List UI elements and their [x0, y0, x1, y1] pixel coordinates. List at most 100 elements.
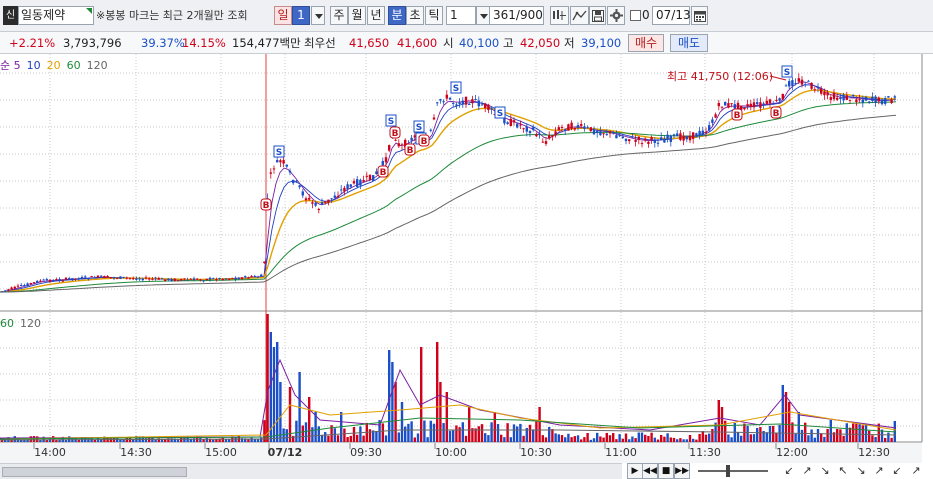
candle-body [234, 277, 237, 280]
fit-right-icon[interactable]: ↖ [836, 464, 850, 478]
volume-bar [573, 436, 576, 442]
candle-body [519, 124, 522, 126]
candle-body [666, 134, 669, 140]
volume-bar [836, 429, 839, 442]
candle-body [852, 94, 855, 96]
stop-button[interactable]: ■ [658, 463, 674, 479]
candle-body [608, 131, 612, 134]
scroll-thumb[interactable] [2, 467, 187, 477]
signal-label: S [784, 68, 790, 78]
candle-body [804, 84, 807, 86]
data-count-input[interactable]: 361/900 [489, 6, 544, 25]
volume-bar [688, 434, 692, 442]
volume-bar [260, 437, 263, 442]
candle-body [522, 128, 525, 130]
zoom-slider[interactable] [698, 470, 768, 472]
calendar-icon[interactable] [691, 6, 708, 25]
candle-body [724, 101, 727, 106]
candle-body [730, 103, 733, 105]
candle-body [103, 276, 106, 279]
stock-name-field[interactable]: 일동제약 [18, 6, 94, 25]
candle-body [762, 103, 765, 105]
candle-body [672, 134, 676, 136]
candle-body [221, 278, 224, 281]
interval-input[interactable]: 1 [446, 6, 476, 25]
stock-chart[interactable]: SBBSBSBSBSSBBS 14:0014:3015:0007/1209:30… [0, 54, 933, 463]
period-tick-button[interactable]: 틱 [425, 6, 443, 25]
fit-left-icon[interactable]: ↘ [818, 464, 832, 478]
volume-bar [852, 423, 855, 442]
volume-bar [554, 433, 557, 442]
signal-label: S [453, 84, 459, 94]
volume-bar [279, 382, 282, 442]
candle-body [87, 278, 90, 280]
volume-bar [528, 424, 532, 442]
date-filter-checkbox[interactable] [630, 10, 641, 21]
pan-down-icon[interactable]: ↘ [854, 464, 868, 478]
volume-bar [647, 435, 650, 442]
fast-forward-button[interactable]: ▶▶ [674, 463, 690, 479]
candle-body [688, 135, 692, 141]
period-count-button[interactable]: 1 [292, 6, 310, 25]
period-second-button[interactable]: 초 [406, 6, 424, 25]
candle-body [93, 277, 96, 279]
candle-body [733, 104, 736, 109]
volume-bar [701, 431, 704, 442]
candle-body [192, 278, 196, 281]
volume-bar [621, 438, 624, 442]
volume-bar [589, 439, 592, 442]
interval-dropdown-icon[interactable] [476, 6, 490, 25]
volume-bar [637, 432, 640, 442]
candle-body [112, 277, 116, 279]
volume-bar [436, 342, 439, 442]
volume-bar [295, 420, 298, 442]
draw-tool-icon[interactable] [570, 6, 589, 25]
rewind-button[interactable]: ◀◀ [642, 463, 658, 479]
candle-body [509, 118, 512, 127]
buy-button[interactable]: 매수 [628, 34, 664, 52]
zoom-out-icon[interactable]: ↙ [782, 464, 796, 478]
best-ask-price: 41,650 [349, 36, 390, 50]
expand-view-icon[interactable]: ↗ [909, 464, 923, 478]
sell-button[interactable]: 매도 [670, 34, 708, 52]
reset-view-icon[interactable]: ↙ [890, 464, 904, 478]
candle-body [589, 127, 592, 132]
candle-body [237, 277, 240, 280]
save-icon[interactable] [589, 6, 606, 25]
volume-bar [634, 438, 637, 442]
candle-body [487, 104, 490, 111]
volume-bar [320, 435, 324, 442]
volume-bar [874, 436, 877, 442]
pan-up-icon[interactable]: ↗ [872, 464, 886, 478]
period-day-button[interactable]: 일 [274, 6, 292, 25]
candle-body [855, 99, 858, 103]
play-button[interactable]: ▶ [627, 463, 643, 479]
period-week-button[interactable]: 주 [330, 6, 348, 25]
settings-icon[interactable] [607, 6, 625, 25]
volume-bar [672, 437, 676, 442]
candle-body [292, 179, 295, 184]
date-filter-prefix: 0 [642, 8, 650, 22]
candle-body [752, 102, 756, 108]
volume-bar [890, 437, 893, 442]
date-input[interactable]: 07/13 [652, 6, 691, 25]
volume-bar [784, 392, 788, 442]
crosshair-icon[interactable] [550, 6, 569, 25]
candle-body [848, 99, 852, 101]
candle-body [250, 275, 253, 277]
period-count-dropdown-icon[interactable] [311, 6, 325, 25]
candle-body [186, 279, 189, 281]
period-month-button[interactable]: 월 [348, 6, 366, 25]
candle-body [880, 99, 884, 105]
time-label: 14:00 [34, 446, 66, 459]
volume-bar [333, 428, 336, 442]
volume-bar [455, 425, 458, 442]
zoom-slider-thumb[interactable] [726, 465, 730, 477]
chart-scrollbar[interactable] [0, 463, 622, 479]
zoom-in-icon[interactable]: ↗ [800, 464, 814, 478]
candle-body [64, 277, 68, 280]
period-minute-button[interactable]: 분 [388, 6, 406, 25]
period-year-button[interactable]: 년 [367, 6, 385, 25]
candle-body [679, 133, 682, 141]
candle-body [884, 98, 887, 104]
